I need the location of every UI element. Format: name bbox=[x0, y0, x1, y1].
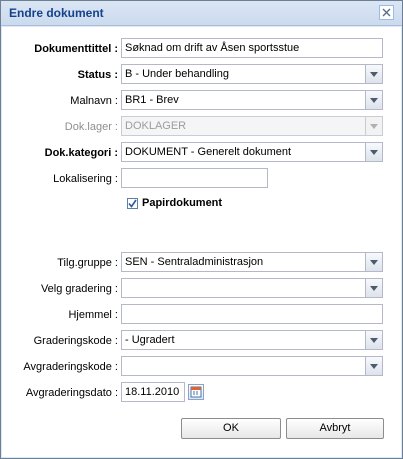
dokumenttittel-input[interactable]: Søknad om drift av Åsen sportsstue bbox=[121, 38, 383, 58]
cancel-button[interactable]: Avbryt bbox=[286, 418, 384, 439]
close-icon bbox=[382, 8, 391, 17]
papirdokument-checkbox[interactable] bbox=[127, 198, 138, 209]
chevron-down-icon bbox=[370, 260, 378, 265]
chevron-down-icon bbox=[370, 338, 378, 343]
avgraderingskode-select[interactable] bbox=[121, 356, 366, 376]
avgraderingskode-dropdown-trigger[interactable] bbox=[366, 356, 383, 376]
form-body: Dokumenttittel : Søknad om drift av Åsen… bbox=[2, 27, 401, 457]
tilggruppe-dropdown-trigger[interactable] bbox=[366, 252, 383, 272]
dokumenttittel-label: Dokumenttittel : bbox=[34, 43, 118, 55]
status-dropdown-trigger[interactable] bbox=[366, 64, 383, 84]
chevron-down-icon bbox=[370, 124, 378, 129]
chevron-down-icon bbox=[370, 98, 378, 103]
chevron-down-icon bbox=[370, 150, 378, 155]
graderingskode-dropdown-trigger[interactable] bbox=[366, 330, 383, 350]
dialog-titlebar[interactable]: Endre dokument bbox=[1, 1, 402, 26]
dialog-title: Endre dokument bbox=[9, 6, 104, 20]
hjemmel-label: Hjemmel : bbox=[68, 309, 118, 321]
chevron-down-icon bbox=[370, 286, 378, 291]
status-label: Status : bbox=[77, 69, 118, 81]
tilggruppe-label: Tilg.gruppe : bbox=[57, 257, 118, 269]
velggradering-label: Velg gradering : bbox=[40, 283, 118, 295]
doklager-select: DOKLAGER bbox=[121, 116, 366, 136]
lokalisering-label: Lokalisering : bbox=[53, 173, 118, 185]
dokkategori-dropdown-trigger[interactable] bbox=[366, 142, 383, 162]
malnavn-dropdown-trigger[interactable] bbox=[366, 90, 383, 110]
close-button[interactable] bbox=[379, 5, 394, 20]
hjemmel-input[interactable] bbox=[121, 304, 383, 324]
malnavn-select[interactable]: BR1 - Brev bbox=[121, 90, 366, 110]
chevron-down-icon bbox=[370, 72, 378, 77]
status-select[interactable]: B - Under behandling bbox=[121, 64, 366, 84]
ok-button[interactable]: OK bbox=[181, 418, 281, 439]
dokkategori-select[interactable]: DOKUMENT - Generelt dokument bbox=[121, 142, 366, 162]
graderingskode-label: Graderingskode : bbox=[33, 335, 118, 347]
malnavn-label: Malnavn : bbox=[70, 95, 118, 107]
date-picker-button[interactable] bbox=[188, 384, 204, 400]
doklager-dropdown-trigger bbox=[366, 116, 383, 136]
avgraderingskode-label: Avgraderingskode : bbox=[23, 361, 118, 373]
velggradering-select[interactable] bbox=[121, 278, 366, 298]
lokalisering-input[interactable] bbox=[121, 168, 268, 188]
chevron-down-icon bbox=[370, 364, 378, 369]
dialog-window: Endre dokument Dokumenttittel : Søknad o… bbox=[0, 0, 403, 459]
avgraderingsdato-input[interactable]: 18.11.2010 bbox=[121, 382, 185, 402]
graderingskode-select[interactable]: - Ugradert bbox=[121, 330, 366, 350]
checkmark-icon bbox=[128, 199, 137, 208]
avgraderingsdato-label: Avgraderingsdato : bbox=[25, 387, 118, 399]
papirdokument-label[interactable]: Papirdokument bbox=[142, 196, 222, 210]
tilggruppe-select[interactable]: SEN - Sentraladministrasjon bbox=[121, 252, 366, 272]
dokkategori-label: Dok.kategori : bbox=[44, 147, 118, 159]
calendar-icon bbox=[190, 386, 202, 398]
velggradering-dropdown-trigger[interactable] bbox=[366, 278, 383, 298]
doklager-label: Dok.lager : bbox=[64, 121, 118, 133]
